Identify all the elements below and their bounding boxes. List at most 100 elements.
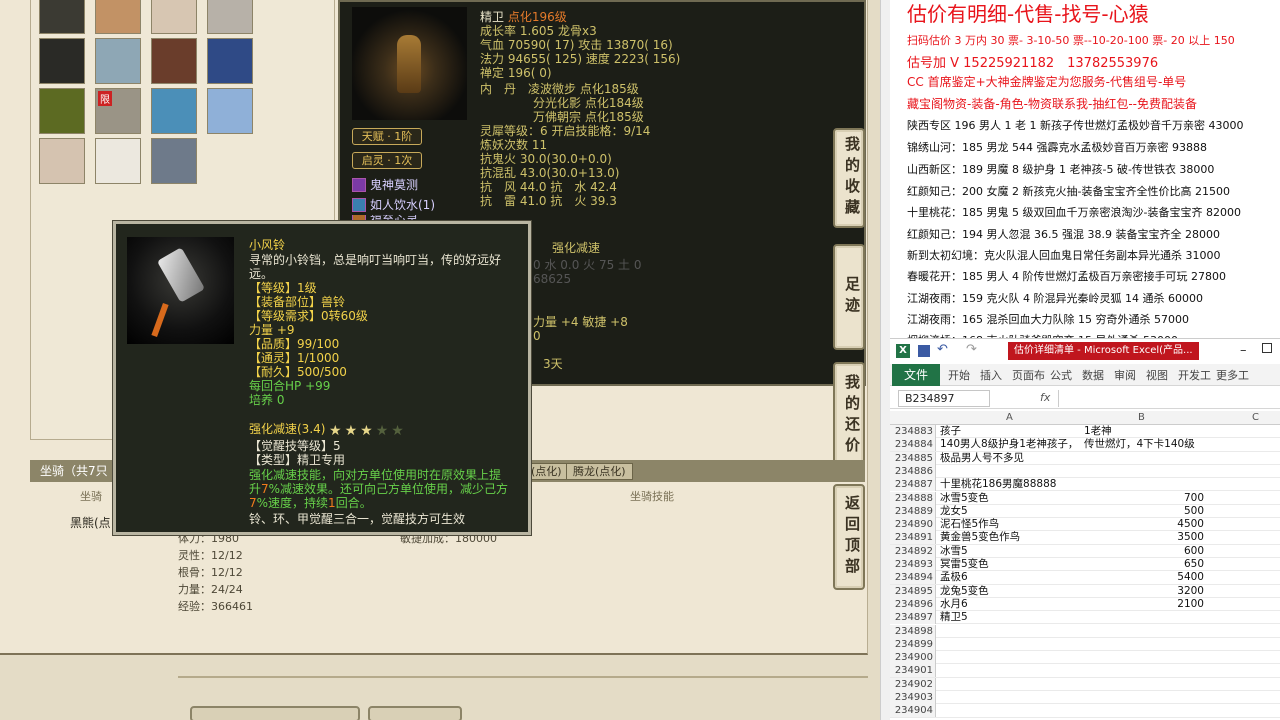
row-number[interactable]: 234894 — [890, 571, 936, 585]
cell-a[interactable]: 精卫5 — [940, 611, 968, 624]
avatar[interactable] — [95, 38, 141, 84]
avatar[interactable] — [207, 88, 253, 134]
cell-a[interactable]: 冰雪5变色 — [940, 492, 989, 505]
avatar[interactable] — [151, 138, 197, 184]
table-row[interactable]: 234902 — [890, 677, 1280, 691]
table-row[interactable]: 234889 龙女5 500 — [890, 504, 1280, 519]
footprint-button[interactable]: 足迹 — [833, 244, 865, 350]
row-number[interactable]: 234892 — [890, 544, 936, 558]
tab-layout[interactable]: 页面布 — [1012, 367, 1045, 383]
row-number[interactable]: 234891 — [890, 531, 936, 545]
cell-b[interactable]: 5400 — [1084, 571, 1204, 584]
cell-b[interactable]: 传世燃灯，4下卡140级 — [1084, 438, 1204, 451]
table-row[interactable]: 234901 — [890, 664, 1280, 678]
row-number[interactable]: 234895 — [890, 584, 936, 598]
cell-b[interactable]: 500 — [1084, 505, 1204, 518]
table-row[interactable]: 234893 冥雷5变色 650 — [890, 558, 1280, 572]
bottom-button[interactable] — [190, 706, 360, 720]
table-row[interactable]: 234888 冰雪5变色 700 — [890, 491, 1280, 505]
row-number[interactable]: 234900 — [890, 651, 936, 665]
name-box[interactable]: B234897 — [898, 390, 990, 407]
row-number[interactable]: 234898 — [890, 624, 936, 638]
row-number[interactable]: 234883 — [890, 425, 936, 438]
cell-a[interactable]: 龙兔5变色 — [940, 585, 989, 598]
avatar[interactable] — [151, 38, 197, 84]
avatar[interactable]: 限 — [95, 88, 141, 134]
tianfu-button[interactable]: 天赋 · 1阶 — [352, 128, 422, 145]
avatar[interactable] — [151, 0, 197, 34]
cell-a[interactable]: 泥石怪5作鸟 — [940, 518, 999, 531]
table-row[interactable]: 234892 冰雪5 600 — [890, 544, 1280, 558]
table-row[interactable]: 234887 十里桃花186男魔88888 — [890, 478, 1280, 492]
cell-b[interactable]: 600 — [1084, 545, 1204, 558]
cell-a[interactable]: 冥雷5变色 — [940, 558, 989, 571]
avatar[interactable] — [207, 38, 253, 84]
skill-item[interactable]: 鬼神莫测 — [352, 176, 418, 193]
row-number[interactable]: 234904 — [890, 704, 936, 718]
table-row[interactable]: 234900 — [890, 651, 1280, 665]
table-row[interactable]: 234884 140男人8级护身1老神孩子， 传世燃灯，4下卡140级 — [890, 438, 1280, 452]
cell-b[interactable]: 2100 — [1084, 598, 1204, 611]
row-number[interactable]: 234893 — [890, 558, 936, 571]
undo-icon[interactable]: ↶ — [937, 342, 948, 357]
row-number[interactable]: 234889 — [890, 504, 936, 518]
maximize-icon[interactable] — [1262, 343, 1272, 353]
file-tab[interactable]: 文件 — [892, 364, 940, 386]
cell-b[interactable]: 650 — [1084, 558, 1204, 571]
row-number[interactable]: 234886 — [890, 464, 936, 478]
avatar[interactable] — [151, 88, 197, 134]
minimize-icon[interactable]: – — [1240, 343, 1247, 358]
table-row[interactable]: 234903 — [890, 691, 1280, 705]
cell-a[interactable]: 龙女5 — [940, 505, 968, 518]
table-row[interactable]: 234886 — [890, 464, 1280, 479]
cell-a[interactable]: 十里桃花186男魔88888 — [940, 478, 1056, 491]
row-number[interactable]: 234885 — [890, 451, 936, 465]
tab-review[interactable]: 审阅 — [1114, 367, 1136, 383]
table-row[interactable]: 234896 水月6 2100 — [890, 597, 1280, 612]
avatar[interactable] — [39, 0, 85, 34]
table-row[interactable]: 234891 黄金兽5变色作鸟 3500 — [890, 531, 1280, 545]
cell-a[interactable]: 140男人8级护身1老神孩子， — [940, 438, 1078, 451]
row-number[interactable]: 234890 — [890, 518, 936, 532]
avatar[interactable] — [207, 0, 253, 34]
table-row[interactable]: 234897 精卫5 — [890, 611, 1280, 625]
row-number[interactable]: 234903 — [890, 691, 936, 704]
table-row[interactable]: 234899 — [890, 637, 1280, 652]
table-row[interactable]: 234898 — [890, 624, 1280, 638]
tab-more[interactable]: 更多工 — [1216, 367, 1249, 383]
column-a-header[interactable]: A — [1006, 412, 1013, 423]
cell-a[interactable]: 黄金兽5变色作鸟 — [940, 531, 1020, 544]
my-collection-button[interactable]: 我的收藏 — [833, 128, 865, 228]
column-b-header[interactable]: B — [1138, 412, 1145, 423]
fx-icon[interactable]: fx — [1040, 391, 1050, 404]
row-number[interactable]: 234884 — [890, 438, 936, 452]
row-number[interactable]: 234901 — [890, 664, 936, 678]
row-number[interactable]: 234887 — [890, 478, 936, 492]
tab-developer[interactable]: 开发工 — [1178, 367, 1211, 383]
cell-a[interactable]: 冰雪5 — [940, 545, 968, 558]
row-number[interactable]: 234899 — [890, 637, 936, 651]
row-number[interactable]: 234896 — [890, 597, 936, 611]
cell-b[interactable]: 3500 — [1084, 531, 1204, 544]
avatar[interactable] — [39, 38, 85, 84]
table-row[interactable]: 234885 极品男人号不多见 — [890, 451, 1280, 465]
table-row[interactable]: 234890 泥石怪5作鸟 4500 — [890, 518, 1280, 532]
cell-a[interactable]: 极品男人号不多见 — [940, 452, 1024, 465]
cell-b[interactable]: 700 — [1084, 492, 1204, 505]
mount-tab[interactable]: 腾龙(点化) — [566, 463, 633, 480]
mount-name[interactable]: 黑熊(点 — [70, 514, 111, 531]
table-row[interactable]: 234895 龙兔5变色 3200 — [890, 584, 1280, 598]
table-row[interactable]: 234904 — [890, 704, 1280, 718]
cell-a[interactable]: 水月6 — [940, 598, 968, 611]
bottom-button[interactable] — [368, 706, 462, 720]
tab-data[interactable]: 数据 — [1082, 367, 1104, 383]
avatar[interactable] — [95, 0, 141, 34]
cell-a[interactable]: 孩子 — [940, 425, 961, 438]
cell-a[interactable]: 孟极6 — [940, 571, 968, 584]
column-c-header[interactable]: C — [1252, 412, 1259, 423]
cell-b[interactable]: 3200 — [1084, 585, 1204, 598]
avatar[interactable] — [95, 138, 141, 184]
my-bargain-button[interactable]: 我的还价 — [833, 362, 865, 470]
cell-b[interactable]: 4500 — [1084, 518, 1204, 531]
avatar[interactable] — [39, 88, 85, 134]
